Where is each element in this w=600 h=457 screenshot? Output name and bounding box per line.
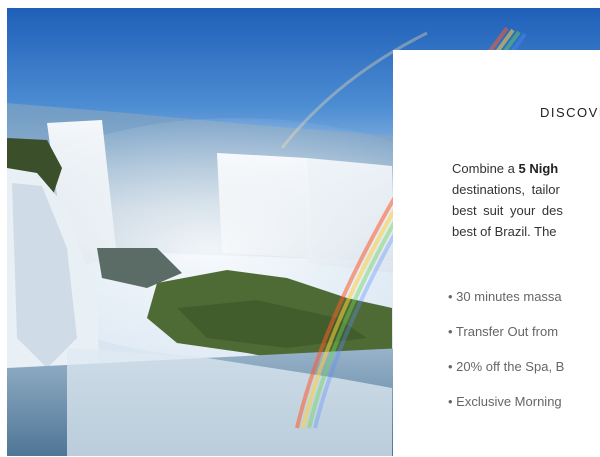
perk-item: • 30 minutes massa	[448, 289, 562, 304]
intro-line-2: destinations, tailor	[452, 182, 560, 197]
perk-item: • Transfer Out from	[448, 324, 559, 339]
card-eyebrow: DISCOVER	[540, 105, 600, 120]
perk-list: • 30 minutes massa • Transfer Out from •…	[448, 288, 564, 428]
intro-highlight: 5 Nigh	[518, 161, 559, 176]
perk-item: • Exclusive Morning	[448, 394, 562, 409]
intro-line-1: Combine a 5 Nigh	[452, 161, 559, 176]
perk-item: • 20% off the Spa, B	[448, 359, 565, 374]
card-intro: Combine a 5 Nigh destinations, tailor be…	[452, 158, 600, 242]
intro-line-4: best of Brazil. The	[452, 224, 557, 239]
intro-line-3: best suit your des	[452, 203, 563, 218]
